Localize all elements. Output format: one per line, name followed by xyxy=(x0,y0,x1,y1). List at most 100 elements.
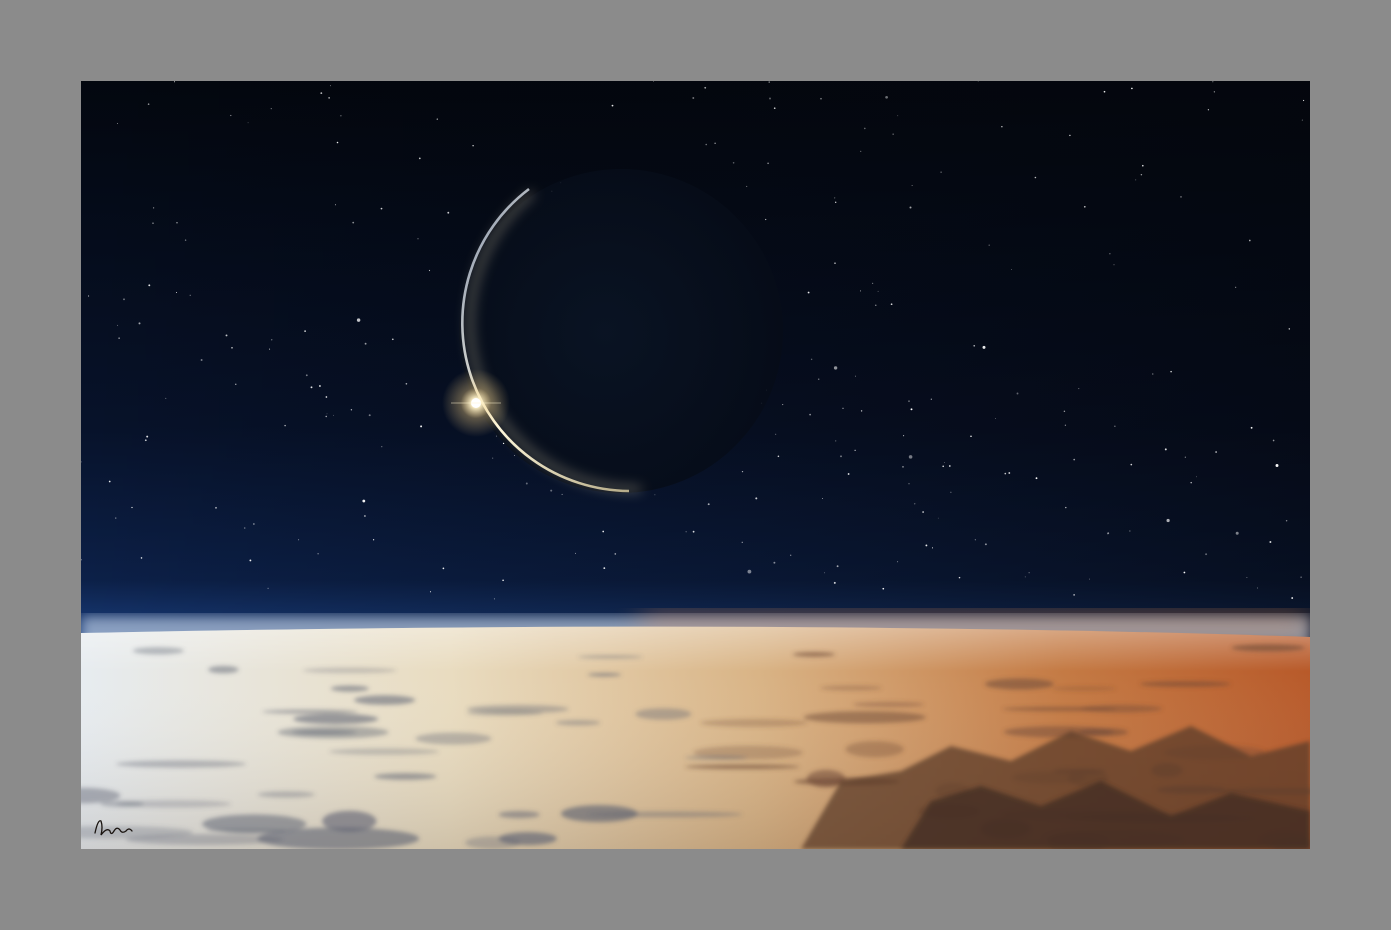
star xyxy=(909,206,912,209)
star xyxy=(1215,451,1217,453)
star xyxy=(310,386,313,389)
star xyxy=(1107,533,1109,535)
star xyxy=(1205,553,1208,556)
star xyxy=(833,366,838,370)
star xyxy=(822,497,823,499)
cloud-shadow xyxy=(1139,681,1231,687)
star xyxy=(809,413,811,416)
star xyxy=(325,396,328,398)
cloud-shadow xyxy=(466,709,543,717)
star xyxy=(833,581,836,584)
star xyxy=(284,424,286,427)
star xyxy=(1303,99,1305,102)
star xyxy=(231,346,233,349)
star xyxy=(890,303,893,306)
cloud-shadow xyxy=(329,748,440,755)
picture-frame xyxy=(0,0,1391,930)
cloud-shadow xyxy=(415,732,492,745)
star xyxy=(1103,90,1106,93)
star xyxy=(769,97,771,100)
cloud-shadow xyxy=(555,720,601,726)
star xyxy=(790,554,792,556)
cloud-shadow xyxy=(792,652,836,657)
star xyxy=(1073,594,1075,596)
star xyxy=(940,171,942,173)
star xyxy=(1190,481,1192,484)
star xyxy=(842,407,844,409)
star xyxy=(317,553,319,555)
star xyxy=(982,345,986,349)
star xyxy=(1078,388,1080,390)
cloud-shadow xyxy=(587,673,622,677)
star xyxy=(1129,530,1131,532)
star xyxy=(436,118,438,120)
star xyxy=(88,295,90,297)
star xyxy=(836,565,839,568)
star xyxy=(1131,87,1133,90)
star xyxy=(364,342,367,345)
star xyxy=(692,530,695,533)
star xyxy=(707,503,710,506)
star xyxy=(942,465,944,468)
star xyxy=(892,133,894,135)
star xyxy=(732,162,735,164)
star xyxy=(768,81,770,83)
star xyxy=(925,544,928,547)
star xyxy=(417,238,419,240)
star xyxy=(1272,439,1275,442)
star xyxy=(115,517,117,519)
star xyxy=(1166,518,1170,523)
star xyxy=(654,494,656,496)
cloud-shadow xyxy=(262,709,358,714)
sun-flare xyxy=(442,369,510,437)
star xyxy=(333,414,334,416)
star xyxy=(897,115,899,117)
star xyxy=(514,455,515,457)
star xyxy=(1069,134,1071,137)
star xyxy=(325,415,327,418)
cloud-shadow xyxy=(845,741,904,758)
star xyxy=(1170,370,1172,373)
cloud-shadow xyxy=(803,711,926,724)
cloud-shadow xyxy=(1080,704,1163,713)
cloud-shadow xyxy=(700,718,808,727)
star xyxy=(614,553,617,555)
star xyxy=(1300,576,1302,578)
star xyxy=(253,523,255,525)
star xyxy=(835,440,837,442)
star xyxy=(144,439,147,442)
star xyxy=(363,515,366,517)
star xyxy=(705,143,707,146)
star xyxy=(502,579,504,582)
star xyxy=(380,207,383,210)
star xyxy=(326,413,328,415)
star xyxy=(148,284,151,287)
star xyxy=(973,344,976,347)
star xyxy=(1035,477,1038,480)
star xyxy=(910,408,913,411)
star xyxy=(885,95,888,99)
star xyxy=(988,244,990,246)
star xyxy=(782,404,784,406)
star xyxy=(270,339,273,341)
star xyxy=(140,557,143,559)
cloud-shadow xyxy=(985,678,1054,690)
star xyxy=(834,262,836,264)
star xyxy=(328,97,330,99)
star xyxy=(340,115,342,117)
star xyxy=(318,385,321,387)
cloud-shadow xyxy=(374,773,437,780)
star xyxy=(108,480,111,483)
star xyxy=(835,201,837,203)
star xyxy=(329,85,331,87)
star xyxy=(1065,506,1067,509)
star xyxy=(860,290,861,292)
star xyxy=(767,162,769,165)
star xyxy=(184,239,187,241)
star xyxy=(249,559,252,562)
star xyxy=(352,221,355,224)
star xyxy=(913,503,916,505)
star xyxy=(1140,173,1143,176)
star xyxy=(152,207,155,209)
star xyxy=(1063,410,1066,413)
